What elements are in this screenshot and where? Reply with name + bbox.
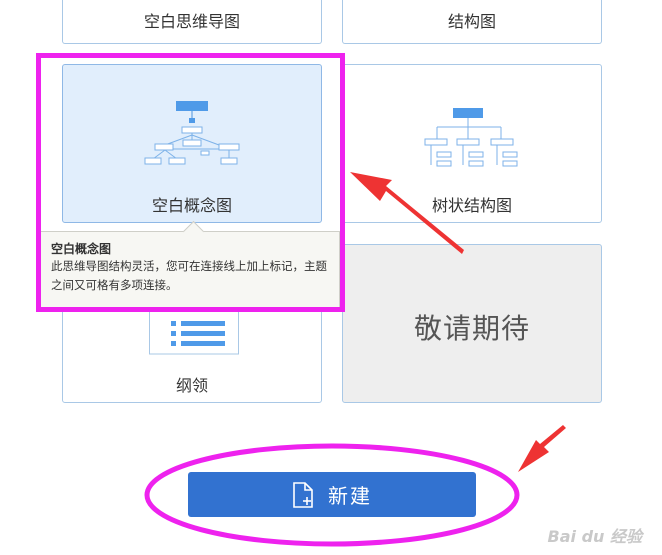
template-label: 纲领 (175, 376, 208, 395)
template-card-coming-soon: 敬请期待 (342, 244, 602, 403)
template-label: 结构图 (447, 12, 496, 31)
template-label: 空白思维导图 (143, 12, 240, 31)
tree-structure-thumbnail-icon (424, 108, 518, 167)
template-card-blank-concept-map[interactable]: 空白概念图 (62, 64, 322, 223)
concept-map-thumbnail-icon (144, 101, 240, 165)
tooltip-arrow (182, 220, 205, 243)
template-card-tree-structure[interactable]: 树状结构图 (342, 64, 602, 223)
template-card-structure[interactable]: 结构图 (342, 0, 602, 44)
new-file-icon (293, 481, 313, 508)
template-label: 空白概念图 (151, 196, 232, 215)
coming-soon-label: 敬请期待 (413, 312, 530, 345)
watermark-logo: Bai du 经验 (547, 527, 642, 546)
tooltip-title: 空白概念图 (51, 242, 112, 256)
new-button-label: 新建 (328, 484, 372, 508)
tooltip-description: 此思维导图结构灵活，您可在连接线上加上标记，主题之间又可格有多项连接。 (51, 259, 327, 292)
template-label: 树状结构图 (431, 196, 512, 215)
template-tooltip: 空白概念图 此思维导图结构灵活，您可在连接线上加上标记，主题之间又可格有多项连接… (40, 220, 340, 308)
outline-thumbnail-icon (149, 307, 239, 355)
new-button[interactable]: 新建 (188, 472, 476, 517)
template-card-blank-mindmap[interactable]: 空白思维导图 (62, 0, 322, 44)
arrow-to-new-button (518, 425, 566, 472)
